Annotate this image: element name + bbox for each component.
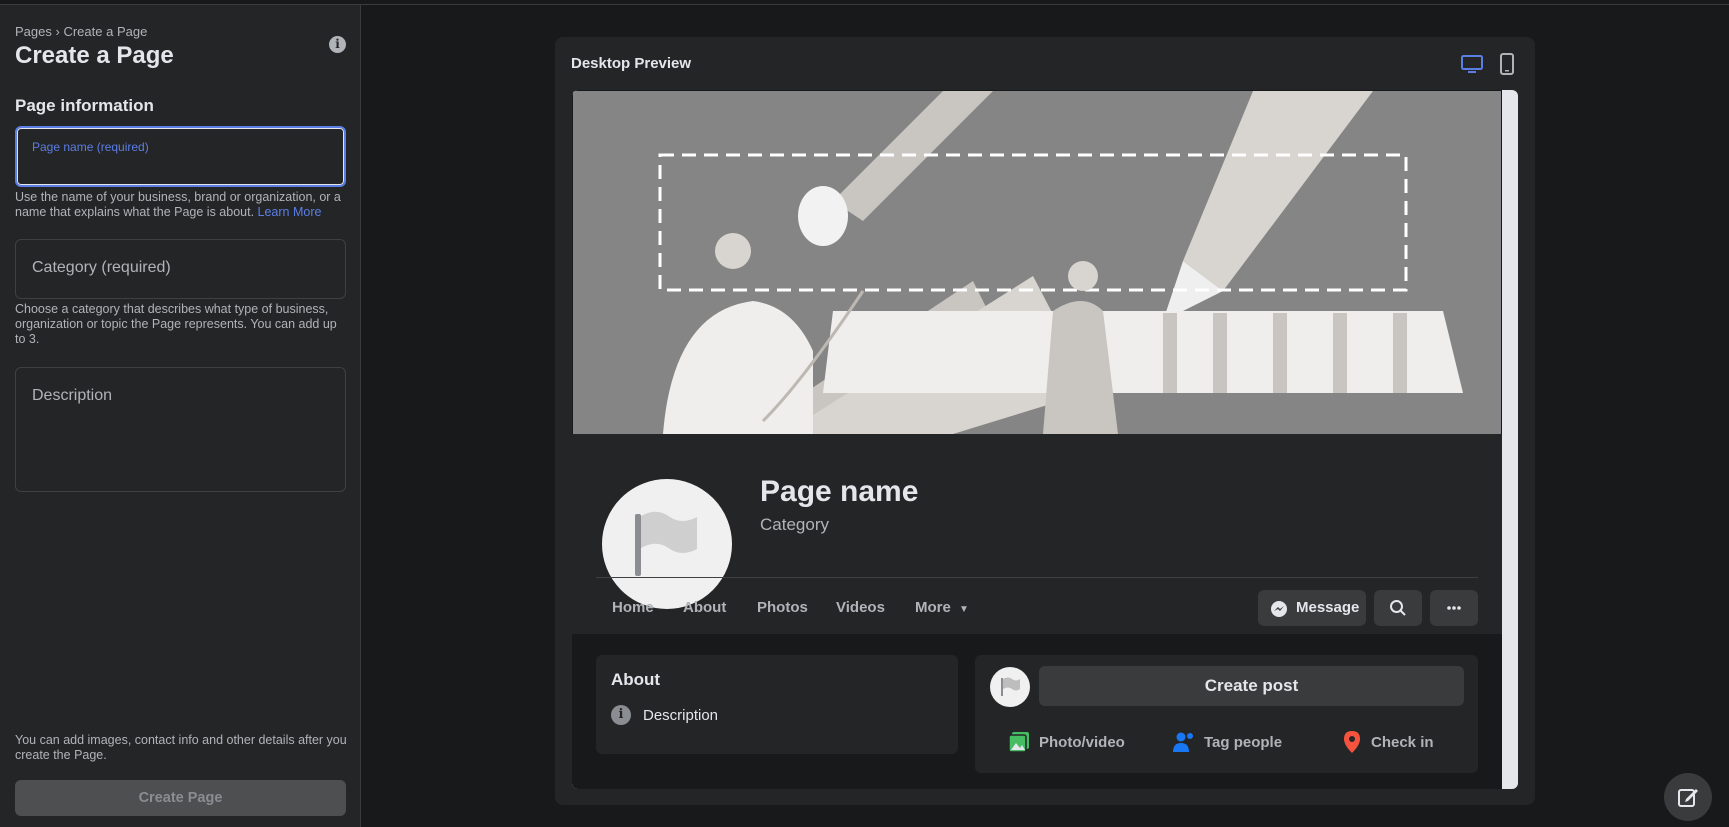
- avatar: [990, 667, 1030, 707]
- page-name-field[interactable]: Page name (required): [15, 126, 346, 187]
- edit-icon: [1678, 789, 1698, 807]
- breadcrumb-separator: ›: [55, 24, 60, 39]
- page-name-helper: Use the name of your business, brand or …: [15, 190, 347, 220]
- message-label: Message: [1296, 599, 1360, 616]
- tag-people-icon: [1173, 732, 1193, 752]
- breadcrumb-pages[interactable]: Pages: [15, 24, 52, 39]
- about-description: Description: [643, 707, 719, 724]
- cover-photo: [573, 91, 1501, 434]
- mobile-view-icon[interactable]: [1495, 52, 1519, 76]
- flag-icon: [1001, 677, 1020, 696]
- location-pin-icon: [1344, 731, 1360, 753]
- breadcrumb: Pages › Create a Page: [15, 24, 147, 39]
- search-button[interactable]: [1374, 590, 1422, 626]
- description-field[interactable]: Description: [15, 367, 346, 492]
- info-icon[interactable]: i: [329, 36, 346, 53]
- description-placeholder: Description: [32, 387, 113, 404]
- tab-more-label: More: [915, 599, 951, 616]
- info-circle-icon: i: [611, 705, 631, 725]
- messenger-icon: [1271, 601, 1287, 617]
- page-name-label: Page name (required): [32, 140, 149, 154]
- preview-category: Category: [760, 515, 829, 534]
- more-options-button[interactable]: [1430, 590, 1478, 626]
- page-preview-frame: Page name Category Home About Photos Vid…: [572, 90, 1518, 789]
- message-button[interactable]: Message: [1258, 590, 1366, 626]
- profile-divider: [596, 577, 1478, 578]
- learn-more-link[interactable]: Learn More: [258, 205, 322, 219]
- tab-photos[interactable]: Photos: [757, 599, 808, 616]
- tab-videos[interactable]: Videos: [836, 599, 885, 616]
- check-in-button[interactable]: Check in: [1341, 730, 1434, 754]
- breadcrumb-create-page: Create a Page: [63, 24, 148, 39]
- preview-title: Desktop Preview: [571, 55, 692, 72]
- create-page-form-panel: Pages › Create a Page Create a Page i Pa…: [0, 5, 361, 827]
- tab-home[interactable]: Home: [612, 599, 654, 616]
- tag-people-label: Tag people: [1204, 733, 1283, 751]
- page-preview-content: Page name Category Home About Photos Vid…: [572, 90, 1502, 789]
- section-title: Page information: [15, 96, 154, 115]
- flag-icon: [635, 511, 697, 576]
- photo-icon: [1008, 732, 1029, 753]
- about-card: About i Description: [596, 655, 958, 754]
- about-title: About: [611, 670, 661, 689]
- footer-note: You can add images, contact info and oth…: [15, 733, 347, 762]
- page-title: Create a Page: [15, 42, 174, 69]
- search-icon: [1390, 600, 1406, 616]
- category-field[interactable]: Category (required): [15, 239, 346, 299]
- tab-more[interactable]: More ▼: [915, 599, 969, 616]
- tag-people-button[interactable]: Tag people: [1172, 730, 1282, 754]
- photo-video-button[interactable]: Photo/video: [1007, 730, 1125, 754]
- ellipsis-icon: [1447, 606, 1461, 610]
- caret-down-icon: ▼: [959, 604, 969, 615]
- preview-page-name: Page name: [760, 475, 919, 508]
- tab-about[interactable]: About: [683, 599, 726, 616]
- photo-video-label: Photo/video: [1039, 733, 1125, 751]
- desktop-view-icon[interactable]: [1460, 52, 1484, 76]
- check-in-label: Check in: [1371, 733, 1434, 751]
- create-post-card: Create post Photo/video Tag people Check…: [975, 655, 1478, 773]
- create-page-button[interactable]: Create Page: [15, 780, 346, 816]
- create-post-button[interactable]: Create post: [1039, 666, 1464, 706]
- category-helper: Choose a category that describes what ty…: [15, 302, 337, 346]
- category-placeholder: Category (required): [32, 259, 171, 276]
- compose-button[interactable]: [1664, 773, 1712, 821]
- desktop-preview-panel: Desktop Preview Page name Category Home …: [555, 37, 1535, 805]
- profile-picture: [599, 476, 735, 612]
